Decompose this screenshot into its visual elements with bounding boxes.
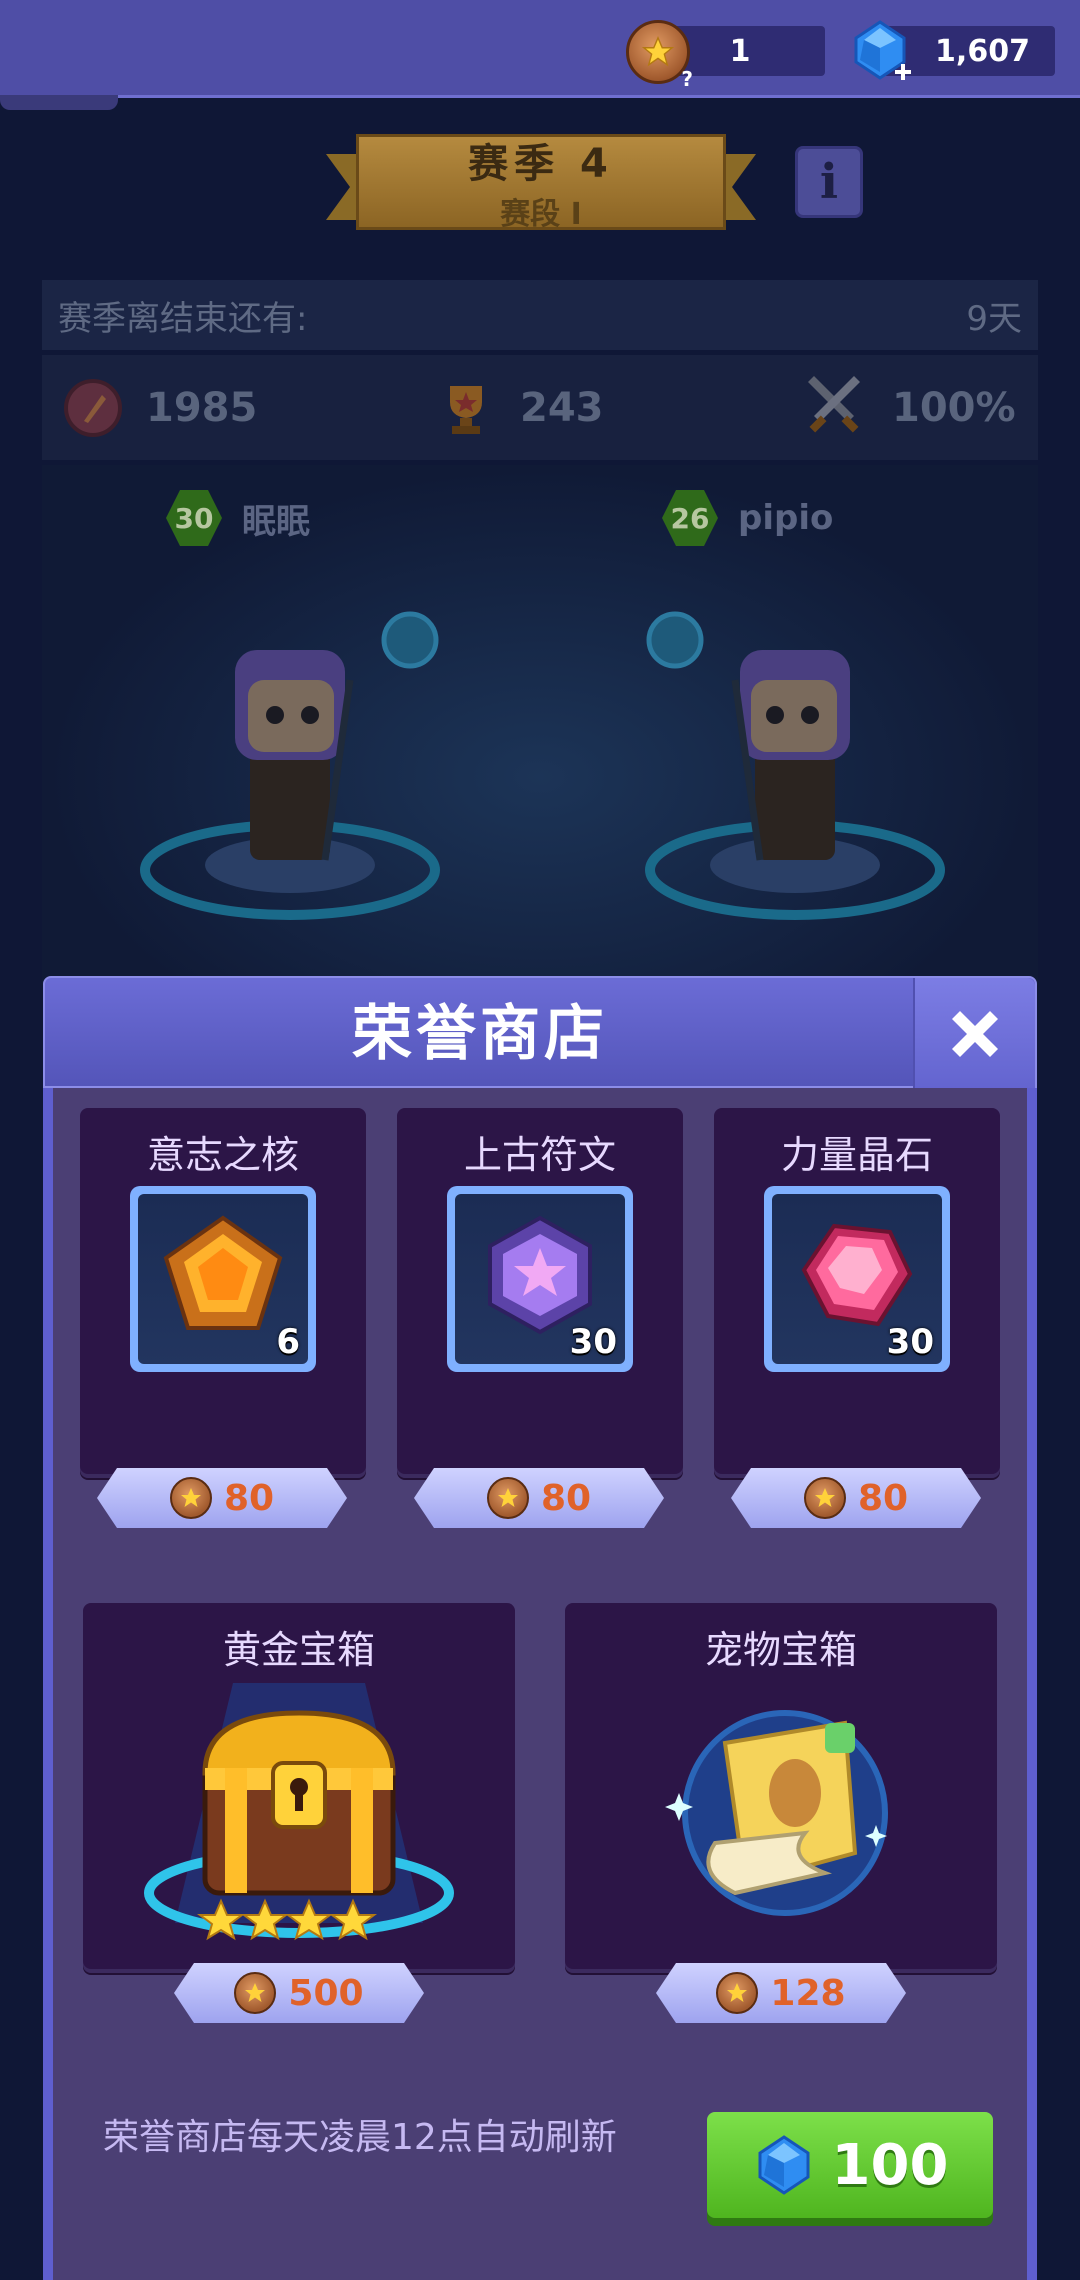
shop-item-card[interactable]: 上古符文 30 [397, 1108, 683, 1478]
item-name: 意志之核 [146, 1133, 299, 1177]
item-quantity: 30 [569, 1322, 617, 1362]
item-name: 上古符文 [463, 1133, 616, 1177]
season-end-label: 赛季离结束还有: [58, 298, 308, 339]
trophy-value: 243 [520, 384, 604, 431]
ancient-rune-icon [488, 1215, 592, 1335]
player-right: 26 pipio [662, 490, 833, 546]
price-button[interactable]: 80 [414, 1468, 664, 1528]
modal-body: 意志之核 6 80 上古符文 30 80 力量晶石 30 80 黄金宝箱 500… [43, 1088, 1037, 2280]
winrate-stat: 100% [798, 355, 1016, 460]
shop-chest-card[interactable]: 宠物宝箱 [565, 1603, 997, 1973]
shop-chest-card[interactable]: 黄金宝箱 [83, 1603, 515, 1973]
price-value: 80 [857, 1477, 909, 1519]
refresh-cost: 100 [831, 2132, 949, 2198]
power-crystal-icon [801, 1223, 913, 1327]
honor-medal-icon [234, 1972, 277, 2014]
price-button[interactable]: 80 [731, 1468, 981, 1528]
crossed-swords-icon [808, 375, 860, 432]
shop-item-card[interactable]: 意志之核 6 [80, 1108, 366, 1478]
player-left: 30 眠眠 [166, 490, 310, 546]
shop-item-card[interactable]: 力量晶石 30 [714, 1108, 1000, 1478]
price-value: 80 [540, 1477, 592, 1519]
chest-name: 宠物宝箱 [704, 1628, 857, 1672]
back-tab[interactable] [0, 95, 118, 110]
level-badge: 26 [662, 490, 718, 546]
close-icon [952, 1011, 998, 1057]
plus-icon[interactable] [893, 62, 913, 82]
honor-medal-icon [486, 1477, 529, 1519]
help-icon: ? [681, 67, 693, 91]
player-name: 眠眠 [242, 501, 310, 542]
honor-medal-icon[interactable]: ? [626, 20, 693, 91]
item-quantity: 30 [886, 1322, 934, 1362]
info-button[interactable]: i [795, 146, 863, 218]
item-quantity: 6 [276, 1322, 300, 1362]
honor-medal-icon [803, 1477, 846, 1519]
hero-mage-left [140, 611, 440, 920]
gem-count: 1,607 [935, 33, 1030, 69]
pet-chest-icon [665, 1710, 888, 1916]
level-badge: 30 [166, 490, 222, 546]
price-button[interactable]: 80 [97, 1468, 347, 1528]
season-banner: 赛季 4 赛段 I [326, 134, 756, 232]
honor-value: 1985 [146, 384, 258, 431]
modal-header: 荣誉商店 [43, 976, 1037, 1090]
price-value: 500 [288, 1972, 364, 2014]
season-end-value: 9天 [966, 298, 1022, 339]
price-value: 128 [770, 1972, 846, 2014]
honor-shop-modal: 荣誉商店 意志之核 6 80 上古符文 30 80 力量晶石 30 80 黄金宝… [43, 976, 1037, 2280]
item-name: 力量晶石 [780, 1133, 933, 1177]
season-title: 赛季 4 [468, 141, 614, 187]
player-name: pipio [738, 498, 834, 538]
trophy-stat: 243 [434, 355, 604, 460]
modal-title: 荣誉商店 [352, 999, 608, 1069]
refresh-button[interactable]: 100 [707, 2112, 993, 2218]
chest-name: 黄金宝箱 [222, 1628, 375, 1672]
season-end-row: 赛季离结束还有: 9天 [42, 280, 1038, 350]
hero-mage-right [645, 611, 945, 920]
gold-chest-icon [144, 1683, 454, 1941]
refresh-note: 荣誉商店每天凌晨12点自动刷新 [103, 2117, 617, 2158]
will-core-icon [163, 1215, 283, 1330]
close-button[interactable] [913, 978, 1035, 1090]
price-button[interactable]: 128 [656, 1963, 906, 2023]
medal-count: 1 [729, 33, 751, 69]
blue-gem-icon [758, 2135, 810, 2195]
honor-medal-icon [169, 1477, 212, 1519]
stats-row: 1985 243 100% [42, 355, 1038, 460]
price-value: 80 [223, 1477, 275, 1519]
honor-feather-icon [64, 378, 122, 437]
honor-stat: 1985 [62, 355, 257, 460]
currency-bar: 1 ? 1,607 [0, 0, 1080, 98]
winrate-value: 100% [892, 384, 1016, 431]
trophy-icon [450, 385, 482, 434]
season-stage: 赛段 I [500, 197, 582, 232]
price-button[interactable]: 500 [174, 1963, 424, 2023]
honor-medal-icon [716, 1972, 759, 2014]
